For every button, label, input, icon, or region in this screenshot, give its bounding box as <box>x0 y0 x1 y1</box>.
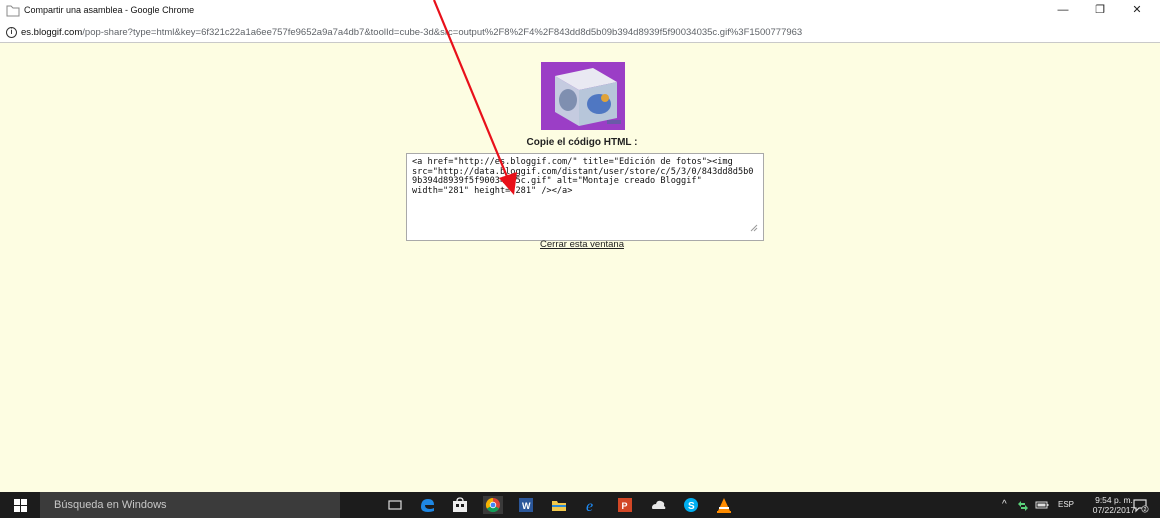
windows-search-box[interactable]: Búsqueda en Windows <box>40 492 340 518</box>
task-view-icon[interactable] <box>385 496 405 514</box>
info-icon[interactable]: i <box>6 27 17 38</box>
gif-thumbnail-image <box>541 62 625 130</box>
copy-html-heading: Copie el código HTML : <box>526 137 638 148</box>
battery-icon[interactable] <box>1034 496 1050 514</box>
skype-icon[interactable]: S <box>681 496 701 514</box>
minimize-button[interactable]: — <box>1046 0 1080 20</box>
windows-taskbar: Búsqueda en Windows W e P S ^ ESP 9:54 p… <box>0 492 1160 518</box>
internet-explorer-icon[interactable]: e <box>582 496 602 514</box>
vlc-icon[interactable] <box>714 496 734 514</box>
resize-grip-icon[interactable] <box>750 224 758 232</box>
cloud-app-icon[interactable] <box>648 496 668 514</box>
url-domain: es.bloggif.com <box>21 27 83 38</box>
window-titlebar: Compartir una asamblea - Google Chrome —… <box>0 0 1160 24</box>
file-explorer-icon[interactable] <box>549 496 569 514</box>
address-bar[interactable]: i es.bloggif.com/pop-share?type=html&key… <box>0 23 1160 43</box>
window-title: Compartir una asamblea - Google Chrome <box>24 5 195 15</box>
notifications-badge: 2 <box>1144 507 1147 513</box>
store-icon[interactable] <box>450 496 470 514</box>
powerpoint-icon[interactable]: P <box>615 496 635 514</box>
tray-chevron-icon[interactable]: ^ <box>1002 492 1007 518</box>
action-center-icon[interactable]: 2 <box>1131 496 1149 514</box>
network-icon[interactable] <box>1016 496 1030 514</box>
svg-text:S: S <box>688 501 695 512</box>
svg-text:P: P <box>622 501 628 511</box>
url-path: /pop-share?type=html&key=6f321c22a1a6ee7… <box>82 27 803 38</box>
edge-icon[interactable] <box>417 496 437 514</box>
close-button[interactable]: ✕ <box>1120 0 1154 20</box>
svg-text:e: e <box>586 498 593 514</box>
chrome-icon[interactable] <box>483 496 503 514</box>
language-indicator[interactable]: ESP <box>1058 492 1074 518</box>
word-icon[interactable]: W <box>516 496 536 514</box>
page-icon <box>6 5 20 17</box>
url-text[interactable]: es.bloggif.com/pop-share?type=html&key=6… <box>21 23 802 42</box>
windows-start-icon[interactable] <box>14 499 27 512</box>
restore-button[interactable]: ❐ <box>1083 0 1117 20</box>
page-content: Copie el código HTML : <a href="http://e… <box>0 43 1160 492</box>
html-code-textarea[interactable]: <a href="http://es.bloggif.com/" title="… <box>406 153 764 241</box>
search-placeholder: Búsqueda en Windows <box>54 499 167 511</box>
close-window-link[interactable]: Cerrar esta ventana <box>500 239 664 250</box>
svg-text:W: W <box>522 501 531 511</box>
